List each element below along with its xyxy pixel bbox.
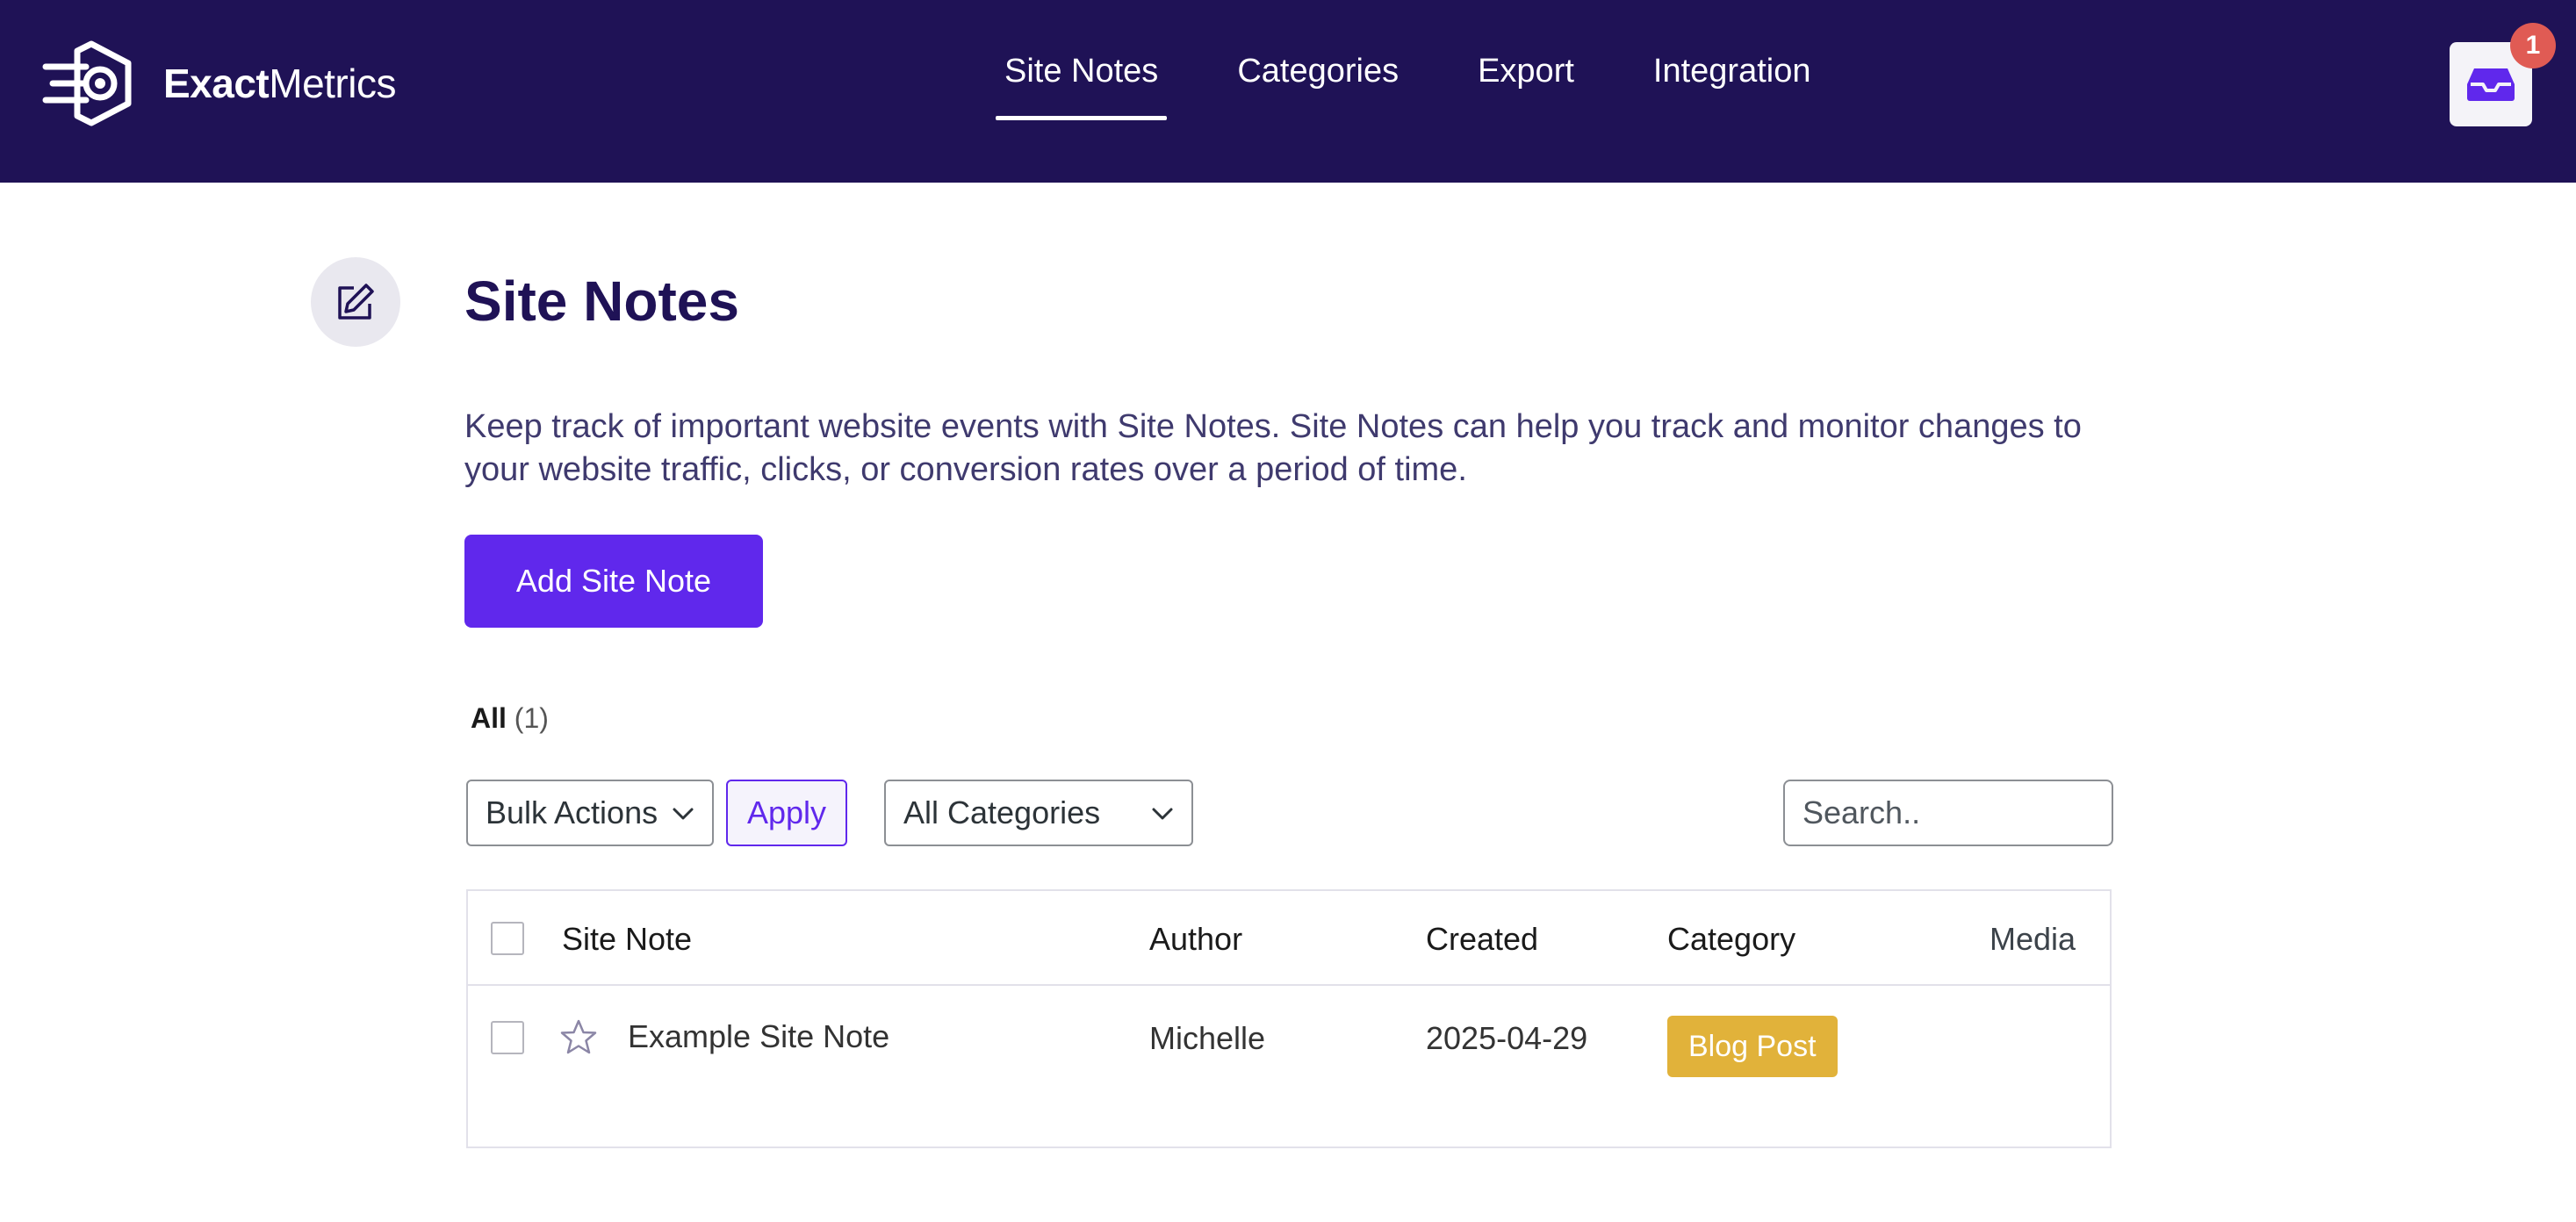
category-filter-select[interactable]: All Categories	[884, 780, 1193, 846]
add-site-note-button[interactable]: Add Site Note	[464, 535, 763, 628]
column-header-created[interactable]: Created	[1426, 921, 1538, 958]
site-notes-table: Site Note Author Created Category Media …	[466, 889, 2112, 1148]
exactmetrics-logo[interactable]: ExactMetrics	[42, 40, 396, 126]
category-filter-value: All Categories	[903, 794, 1101, 830]
nav-tab-integration[interactable]: Integration	[1644, 53, 1820, 90]
select-all-checkbox[interactable]	[491, 922, 524, 955]
main-nav: Site Notes Categories Export Integration	[996, 53, 1881, 120]
row-checkbox[interactable]	[491, 1021, 524, 1054]
bulk-actions-select[interactable]: Bulk Actions	[466, 780, 714, 846]
column-header-site-note[interactable]: Site Note	[562, 921, 692, 958]
filter-all-link[interactable]: All (1)	[471, 702, 549, 735]
chevron-down-icon	[673, 808, 694, 820]
apply-button[interactable]: Apply	[726, 780, 847, 846]
notification-count-badge: 1	[2510, 23, 2556, 68]
inbox-icon	[2467, 68, 2515, 101]
column-header-media: Media	[1990, 921, 2076, 957]
brand-name-bold: Exact	[163, 61, 270, 106]
chevron-down-icon	[1152, 808, 1173, 820]
brand-name-light: Metrics	[269, 61, 396, 106]
star-icon[interactable]	[559, 1018, 598, 1057]
nav-tab-site-notes[interactable]: Site Notes	[996, 53, 1168, 120]
site-note-title[interactable]: Example Site Note	[628, 1018, 889, 1055]
nav-tab-export[interactable]: Export	[1469, 53, 1583, 90]
filter-all-count: (1)	[514, 702, 549, 734]
author-cell: Michelle	[1149, 1020, 1266, 1056]
page-title: Site Notes	[464, 270, 739, 333]
created-date-cell: 2025-04-29	[1426, 1020, 1588, 1056]
nav-tab-categories[interactable]: Categories	[1228, 53, 1407, 90]
table-header-row: Site Note Author Created Category Media	[468, 891, 2110, 986]
page-description: Keep track of important website events w…	[464, 408, 2082, 488]
brand-name: ExactMetrics	[163, 60, 396, 107]
bulk-actions-value: Bulk Actions	[486, 794, 658, 830]
column-header-author[interactable]: Author	[1149, 921, 1242, 958]
top-navigation-bar: ExactMetrics Site Notes Categories Expor…	[0, 0, 2576, 183]
category-badge[interactable]: Blog Post	[1667, 1016, 1838, 1077]
edit-note-icon	[311, 257, 400, 347]
column-header-category[interactable]: Category	[1667, 921, 1795, 958]
exactmetrics-logo-icon	[42, 40, 132, 126]
filter-all-label: All	[471, 702, 507, 734]
search-input[interactable]	[1783, 780, 2113, 846]
